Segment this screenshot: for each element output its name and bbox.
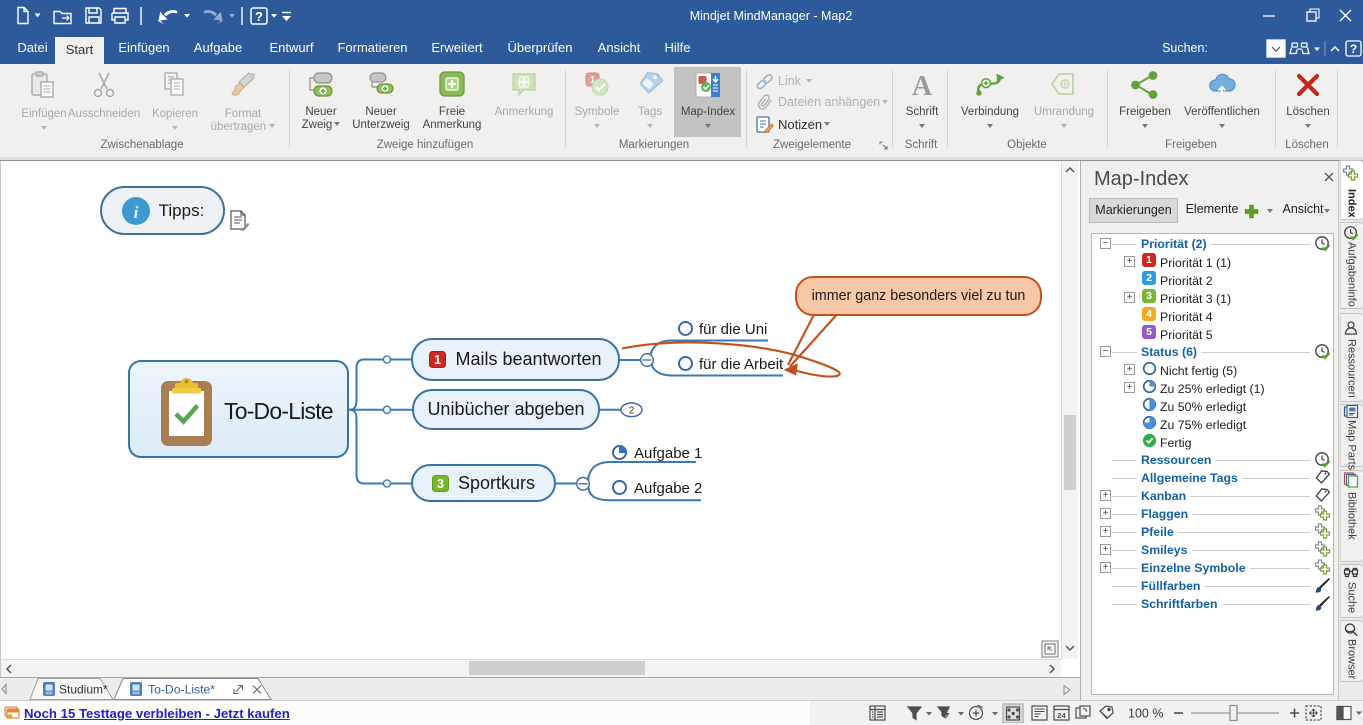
- svg-text:Studium*: Studium*: [59, 683, 108, 697]
- svg-text:A: A: [912, 71, 933, 100]
- svg-text:Aufgabe 1: Aufgabe 1: [634, 445, 702, 462]
- svg-text:?: ?: [1350, 42, 1357, 56]
- svg-text:1: 1: [434, 353, 441, 367]
- svg-text:Aufgabe 2: Aufgabe 2: [634, 480, 702, 497]
- svg-text:für die Arbeit: für die Arbeit: [699, 356, 784, 373]
- svg-text:i: i: [133, 203, 138, 222]
- svg-text:2: 2: [629, 406, 635, 417]
- svg-text:24: 24: [1057, 711, 1066, 720]
- svg-text:für die Uni: für die Uni: [699, 321, 767, 338]
- svg-text:100 %: 100 %: [1128, 707, 1163, 721]
- svg-text:3: 3: [437, 477, 444, 491]
- svg-text:?: ?: [255, 9, 263, 24]
- svg-text:To-Do-Liste*: To-Do-Liste*: [148, 683, 215, 697]
